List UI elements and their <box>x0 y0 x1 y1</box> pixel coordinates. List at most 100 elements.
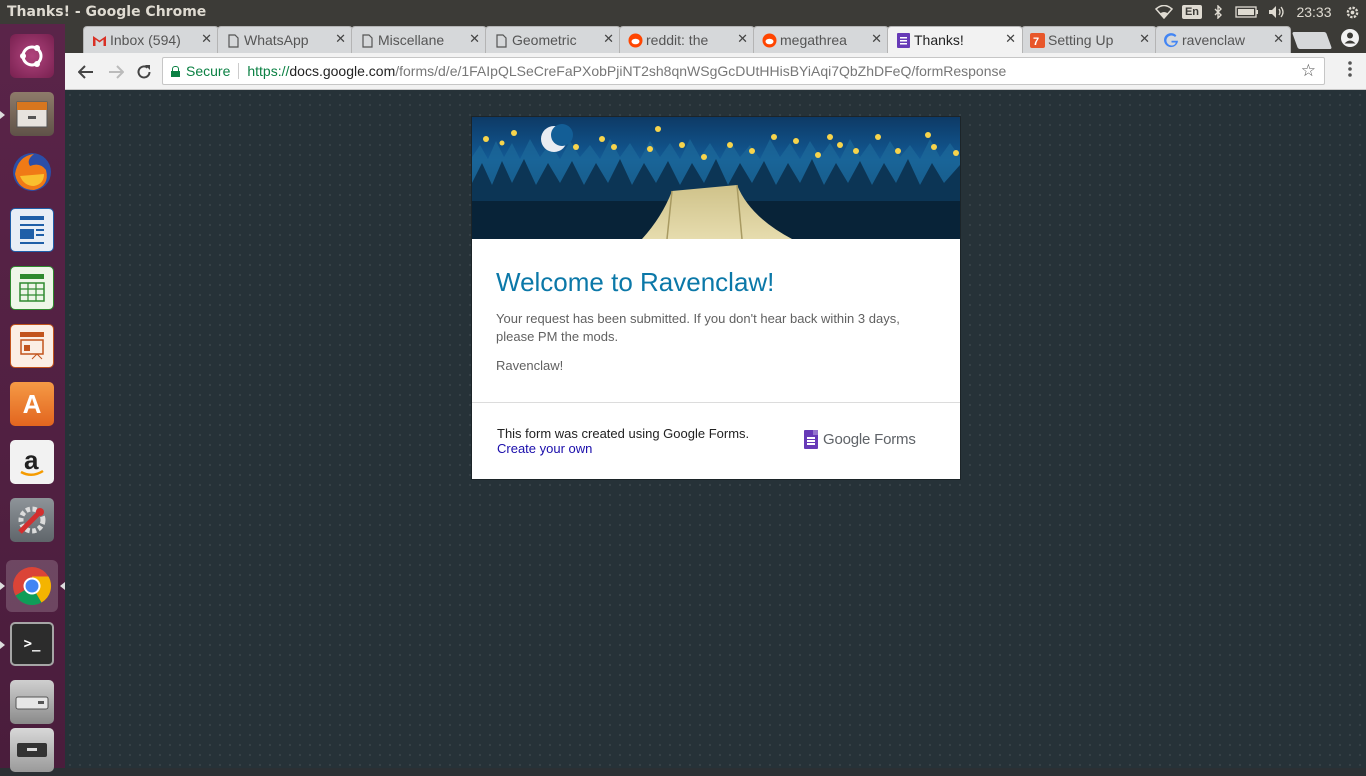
close-tab-icon[interactable]: ✕ <box>871 31 882 47</box>
firefox-icon <box>10 150 54 194</box>
presentation-icon <box>10 324 54 368</box>
terminal-icon: >_ <box>10 622 54 666</box>
page-icon <box>360 33 375 48</box>
svg-text:a: a <box>24 445 39 475</box>
drive-app-button[interactable] <box>6 676 58 728</box>
url-text[interactable]: https://docs.google.com/forms/d/e/1FAIpQ… <box>247 63 1006 79</box>
site-icon: 7 <box>1030 33 1045 48</box>
back-button[interactable] <box>75 61 97 83</box>
keyboard-layout-indicator[interactable]: En <box>1178 0 1206 24</box>
divider <box>238 63 240 79</box>
confirmation-message-secondary: Ravenclaw! <box>496 358 564 373</box>
back-arrow-icon <box>78 65 93 79</box>
system-settings-button[interactable] <box>6 494 58 546</box>
form-footer: This form was created using Google Forms… <box>497 426 749 456</box>
forms-icon <box>896 33 911 48</box>
firefox-app-button[interactable] <box>6 146 58 198</box>
system-top-bar: Thanks! - Google Chrome En 23:33 <box>0 0 1366 24</box>
page-icon <box>226 33 241 48</box>
gmail-icon <box>92 33 107 48</box>
reload-button[interactable] <box>133 61 155 83</box>
tab-thanks[interactable]: Thanks! ✕ <box>887 26 1023 53</box>
close-tab-icon[interactable]: ✕ <box>335 31 346 47</box>
forward-button[interactable] <box>105 61 127 83</box>
close-tab-icon[interactable]: ✕ <box>1273 31 1284 47</box>
terminal-app-button[interactable]: >_ <box>6 618 58 670</box>
tab-strip: Inbox (594) ✕ WhatsApp ✕ Miscellane ✕ Ge… <box>65 24 1366 53</box>
form-response-card: Welcome to Ravenclaw! Your request has b… <box>471 116 961 480</box>
spreadsheet-icon <box>10 266 54 310</box>
address-bar[interactable]: Secure https://docs.google.com/forms/d/e… <box>162 57 1325 85</box>
browser-toolbar: Secure https://docs.google.com/forms/d/e… <box>65 53 1366 90</box>
tab-geometric[interactable]: Geometric ✕ <box>485 26 621 53</box>
hard-drive-icon <box>10 680 54 724</box>
unity-launcher: A a >_ <box>0 24 65 772</box>
ubuntu-dash-button[interactable] <box>6 30 58 82</box>
footer-divider <box>472 402 960 403</box>
amazon-icon: a <box>10 440 54 484</box>
create-your-own-link[interactable]: Create your own <box>497 441 749 456</box>
tab-setting-up[interactable]: 7 Setting Up ✕ <box>1021 26 1157 53</box>
tab-whatsapp[interactable]: WhatsApp ✕ <box>217 26 353 53</box>
chrome-menu-button[interactable] <box>1348 61 1354 77</box>
system-tray: En 23:33 <box>1150 0 1366 24</box>
software-center-button[interactable]: A <box>6 378 58 430</box>
confirmation-title: Welcome to Ravenclaw! <box>496 267 775 297</box>
svg-text:7: 7 <box>1033 36 1039 48</box>
bookmark-star-icon[interactable]: ☆ <box>1301 61 1316 81</box>
chrome-app-button[interactable] <box>6 560 58 612</box>
volume-icon[interactable] <box>1264 0 1290 24</box>
chrome-icon <box>10 564 54 608</box>
night-camp-banner <box>472 117 960 239</box>
google-forms-logo[interactable]: Google Forms <box>804 430 916 449</box>
tab-reddit[interactable]: reddit: the ✕ <box>619 26 755 53</box>
clock[interactable]: 23:33 <box>1290 0 1338 24</box>
forward-arrow-icon <box>109 65 124 79</box>
files-app-button[interactable] <box>6 88 58 140</box>
google-forms-icon <box>804 430 818 449</box>
lock-icon <box>171 65 180 77</box>
profile-icon[interactable] <box>1340 28 1360 48</box>
confirmation-content: Welcome to Ravenclaw! Your request has b… <box>496 267 936 373</box>
security-indicator[interactable]: Secure <box>163 63 230 79</box>
impress-app-button[interactable] <box>6 320 58 372</box>
running-indicator <box>0 641 5 649</box>
tab-miscellaneous[interactable]: Miscellane ✕ <box>351 26 487 53</box>
banner-illustration <box>472 124 960 239</box>
confirmation-message: Your request has been submitted. If you … <box>496 311 900 344</box>
new-tab-button[interactable] <box>1291 32 1333 49</box>
google-icon <box>1164 33 1179 48</box>
shopping-bag-icon: A <box>10 382 54 426</box>
settings-wrench-icon <box>10 498 54 542</box>
close-tab-icon[interactable]: ✕ <box>737 31 748 47</box>
usb-drive-icon <box>10 728 54 772</box>
usb-drive-button[interactable] <box>6 724 58 776</box>
close-tab-icon[interactable]: ✕ <box>1005 31 1016 47</box>
writer-document-icon <box>10 208 54 252</box>
vertical-dots-icon <box>1348 61 1352 77</box>
close-tab-icon[interactable]: ✕ <box>1139 31 1150 47</box>
ubuntu-logo-icon <box>10 34 54 78</box>
writer-app-button[interactable] <box>6 204 58 256</box>
tab-megathread[interactable]: megathrea ✕ <box>753 26 889 53</box>
power-gear-icon[interactable] <box>1338 0 1366 24</box>
close-tab-icon[interactable]: ✕ <box>603 31 614 47</box>
amazon-app-button[interactable]: a <box>6 436 58 488</box>
page-icon <box>494 33 509 48</box>
tab-ravenclaw-search[interactable]: ravenclaw ✕ <box>1155 26 1291 53</box>
battery-icon[interactable] <box>1230 0 1264 24</box>
running-indicator <box>0 582 5 590</box>
google-forms-wordmark: Google Forms <box>823 431 916 448</box>
calc-app-button[interactable] <box>6 262 58 314</box>
tab-inbox[interactable]: Inbox (594) ✕ <box>83 26 219 53</box>
close-tab-icon[interactable]: ✕ <box>201 31 212 47</box>
running-indicator <box>0 111 5 119</box>
bluetooth-icon[interactable] <box>1206 0 1230 24</box>
close-tab-icon[interactable]: ✕ <box>469 31 480 47</box>
page-content: Welcome to Ravenclaw! Your request has b… <box>65 90 1366 768</box>
wifi-icon[interactable] <box>1150 0 1178 24</box>
reddit-icon <box>762 33 777 48</box>
window-title: Thanks! - Google Chrome <box>7 4 207 20</box>
footer-text: This form was created using Google Forms… <box>497 426 750 441</box>
reload-icon <box>137 65 151 79</box>
